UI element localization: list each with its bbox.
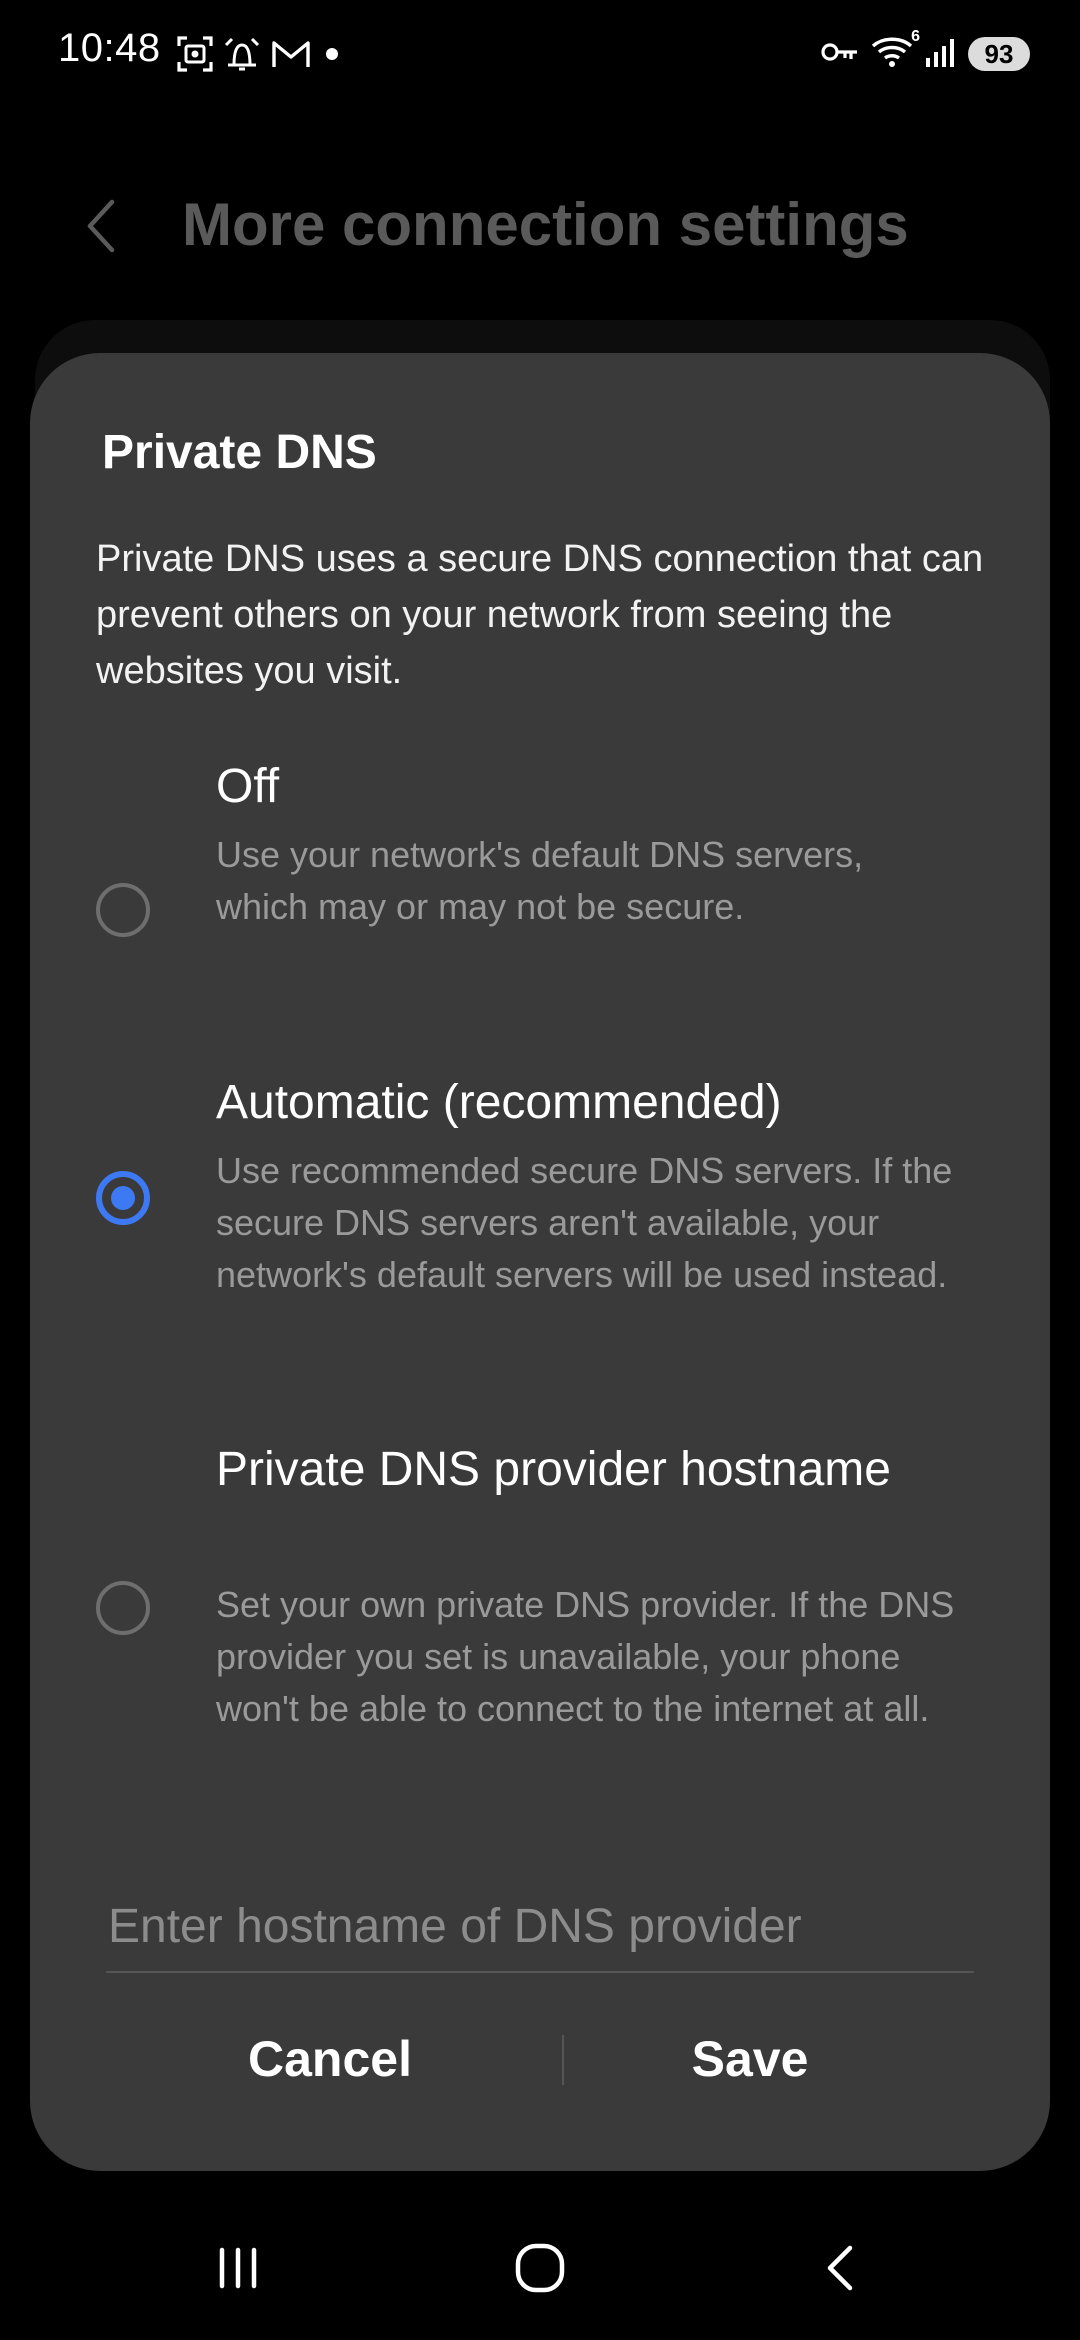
navigation-bar bbox=[0, 2200, 1080, 2340]
option-provider-hostname[interactable]: Private DNS provider hostname Set your o… bbox=[30, 1436, 1050, 1776]
signal-icon bbox=[924, 36, 958, 73]
option-title: Automatic (recommended) bbox=[216, 1076, 782, 1129]
hostname-input[interactable] bbox=[106, 1881, 974, 1973]
wifi-icon: 6 bbox=[870, 28, 920, 75]
dialog-description: Private DNS uses a secure DNS connection… bbox=[96, 538, 984, 692]
back-icon[interactable] bbox=[782, 2228, 902, 2308]
option-description: Set your own private DNS provider. If th… bbox=[216, 1584, 955, 1729]
cancel-button[interactable]: Cancel bbox=[110, 2009, 550, 2109]
option-title: Private DNS provider hostname bbox=[216, 1443, 891, 1496]
status-left-icons bbox=[176, 34, 344, 74]
save-button[interactable]: Save bbox=[530, 2009, 970, 2109]
option-description: Use recommended secure DNS servers. If t… bbox=[216, 1150, 953, 1295]
screen: 10:48 6 93 More connection settings Priv… bbox=[0, 0, 1080, 2340]
option-off[interactable]: Off Use your network's default DNS serve… bbox=[30, 753, 1050, 963]
battery-icon: 93 bbox=[968, 37, 1030, 71]
chevron-left-icon[interactable] bbox=[78, 196, 134, 256]
radio-off[interactable] bbox=[96, 883, 150, 937]
dialog-title: Private DNS bbox=[102, 426, 377, 479]
screenshot-icon bbox=[176, 35, 214, 73]
wifi-badge: 6 bbox=[911, 27, 920, 45]
recent-apps-icon[interactable] bbox=[178, 2228, 298, 2308]
dialog-buttons: Cancel Save bbox=[30, 2009, 1050, 2109]
option-automatic[interactable]: Automatic (recommended) Use recommended … bbox=[30, 1069, 1050, 1329]
status-time: 10:48 bbox=[58, 26, 161, 70]
notification-dot bbox=[320, 35, 344, 73]
alarm-icon bbox=[222, 35, 262, 73]
private-dns-dialog: Private DNS Private DNS uses a secure DN… bbox=[30, 353, 1050, 2171]
gmail-icon bbox=[270, 35, 312, 73]
radio-provider-hostname[interactable] bbox=[96, 1581, 150, 1635]
option-description: Use your network's default DNS servers, … bbox=[216, 834, 864, 927]
page-header: More connection settings bbox=[0, 170, 1080, 280]
home-icon[interactable] bbox=[480, 2228, 600, 2308]
vpn-key-icon bbox=[820, 37, 860, 72]
page-title: More connection settings bbox=[182, 191, 909, 258]
radio-automatic[interactable] bbox=[96, 1171, 150, 1225]
status-right-icons: 6 93 bbox=[820, 28, 1030, 76]
option-title: Off bbox=[216, 760, 280, 813]
status-bar: 10:48 6 93 bbox=[0, 0, 1080, 110]
